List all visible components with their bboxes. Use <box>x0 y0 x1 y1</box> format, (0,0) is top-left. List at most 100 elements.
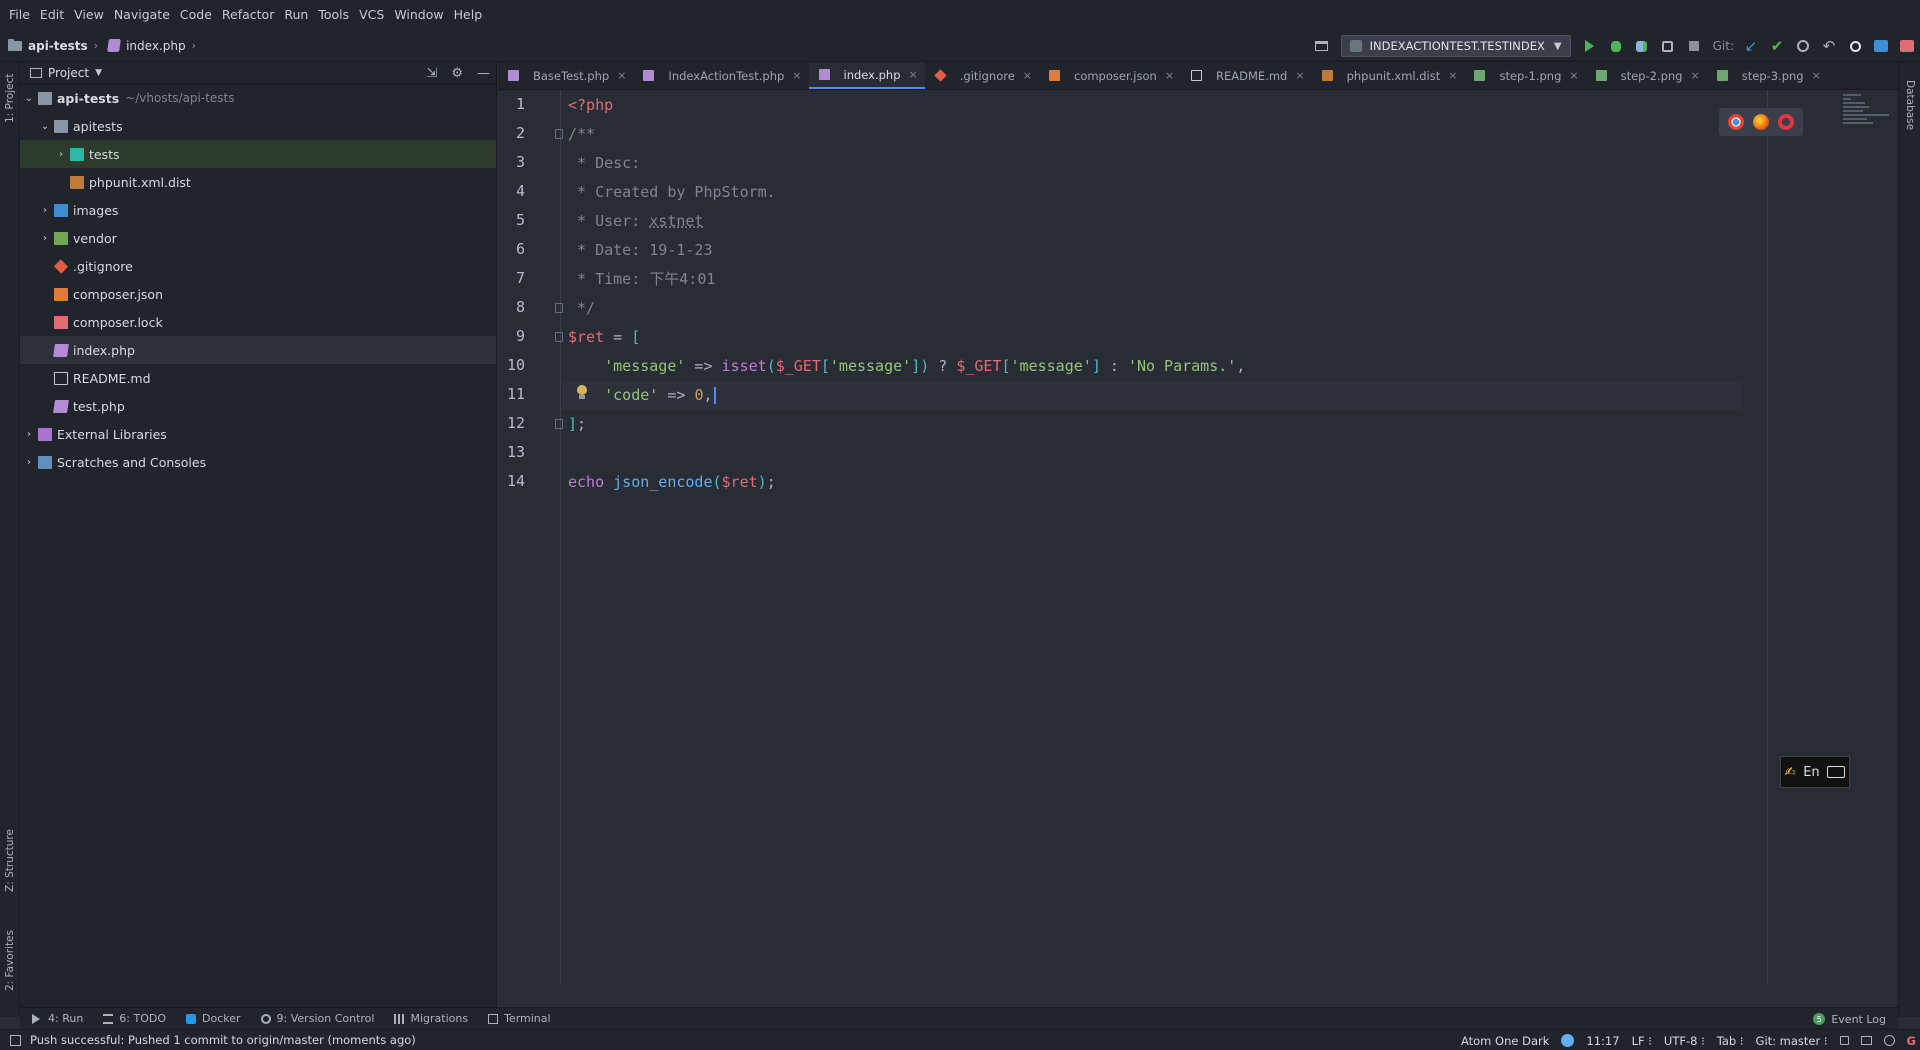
close-icon[interactable]: × <box>1023 69 1032 82</box>
tree-item[interactable]: › tests <box>20 140 496 168</box>
tree-item[interactable]: › vendor <box>20 224 496 252</box>
fold-marker-icon[interactable] <box>555 419 563 429</box>
menu-tools[interactable]: Tools <box>313 0 354 30</box>
debug-icon[interactable] <box>1603 33 1629 59</box>
favorites-tool-tab[interactable]: 2: Favorites <box>1 922 19 1000</box>
tool-window-button[interactable]: 6: TODO <box>103 1012 166 1025</box>
indent-setting[interactable]: Tab ⁝ <box>1717 1034 1744 1048</box>
lock-icon[interactable] <box>1839 1036 1849 1045</box>
coverage-icon[interactable] <box>1629 33 1655 59</box>
caret-position[interactable]: 11:17 <box>1586 1034 1619 1048</box>
tree-item[interactable]: index.php <box>20 336 496 364</box>
chevron-right-icon[interactable]: › <box>38 233 52 244</box>
close-icon[interactable]: × <box>792 69 801 82</box>
breadcrumb-project[interactable]: api-tests <box>28 39 88 53</box>
hector-icon[interactable] <box>1883 1035 1895 1046</box>
editor-tab[interactable]: IndexActionTest.php × <box>633 62 808 89</box>
toggle-tool-windows-icon[interactable] <box>10 1035 21 1046</box>
breadcrumb-file[interactable]: index.php <box>126 39 185 53</box>
tree-item[interactable]: test.php <box>20 392 496 420</box>
search-everywhere-icon[interactable] <box>1842 33 1868 59</box>
fold-marker-icon[interactable] <box>555 129 563 139</box>
close-icon[interactable]: × <box>617 69 626 82</box>
chevron-down-icon[interactable]: ⌄ <box>38 121 52 132</box>
editor-tab[interactable]: index.php × <box>808 62 925 89</box>
git-branch[interactable]: Git: master ⁝ <box>1756 1034 1828 1048</box>
translate-icon[interactable] <box>1868 33 1894 59</box>
editor-tab[interactable]: BaseTest.php × <box>498 62 633 89</box>
menu-vcs[interactable]: VCS <box>354 0 389 30</box>
editor-tab[interactable]: .gitignore × <box>925 62 1039 89</box>
menu-edit[interactable]: Edit <box>35 0 69 30</box>
firefox-icon[interactable] <box>1752 114 1769 130</box>
database-tool-tab[interactable]: Database <box>1901 70 1919 140</box>
tree-item[interactable]: › images <box>20 196 496 224</box>
opera-icon[interactable] <box>1778 114 1795 130</box>
file-encoding[interactable]: UTF-8 ⁝ <box>1664 1034 1705 1048</box>
plugin-icon[interactable] <box>1894 33 1920 59</box>
close-icon[interactable]: × <box>1165 69 1174 82</box>
intention-bulb-icon[interactable] <box>576 385 588 401</box>
menu-navigate[interactable]: Navigate <box>109 0 175 30</box>
chevron-down-icon[interactable]: ⌄ <box>22 93 36 104</box>
tree-item[interactable]: composer.json <box>20 280 496 308</box>
tree-item[interactable]: composer.lock <box>20 308 496 336</box>
line-separator[interactable]: LF ⁝ <box>1632 1034 1652 1048</box>
profile-icon[interactable] <box>1655 33 1681 59</box>
theme-icon[interactable] <box>1561 1034 1575 1047</box>
run-configuration-dropdown[interactable]: INDEXACTIONTEST.TESTINDEX ▼ <box>1340 35 1571 57</box>
chrome-icon[interactable] <box>1727 114 1744 130</box>
tree-item[interactable]: .gitignore <box>20 252 496 280</box>
editor-tab[interactable]: README.md × <box>1181 62 1312 89</box>
menu-file[interactable]: File <box>4 0 35 30</box>
tree-item[interactable]: › External Libraries <box>20 420 496 448</box>
chevron-right-icon[interactable]: › <box>54 149 68 160</box>
tool-window-button[interactable]: Migrations <box>394 1012 468 1025</box>
gear-icon[interactable]: ⚙ <box>451 66 463 81</box>
git-commit-icon[interactable]: ✔ <box>1764 33 1790 59</box>
close-icon[interactable]: × <box>1690 69 1699 82</box>
tree-item[interactable]: phpunit.xml.dist <box>20 168 496 196</box>
close-icon[interactable]: × <box>909 68 918 81</box>
event-log-button[interactable]: 5 Event Log <box>1813 1008 1886 1030</box>
close-icon[interactable]: × <box>1295 69 1304 82</box>
close-icon[interactable]: × <box>1812 69 1821 82</box>
project-view-selector[interactable]: Project <box>48 66 89 80</box>
code-minimap[interactable] <box>1843 94 1897 134</box>
menu-view[interactable]: View <box>69 0 109 30</box>
menu-refactor[interactable]: Refactor <box>217 0 279 30</box>
fold-marker-icon[interactable] <box>555 303 563 313</box>
close-icon[interactable]: × <box>1448 69 1457 82</box>
menu-help[interactable]: Help <box>449 0 488 30</box>
tree-item[interactable]: › Scratches and Consoles <box>20 448 496 476</box>
git-history-icon[interactable] <box>1790 33 1816 59</box>
git-update-icon[interactable]: ↙ <box>1738 33 1764 59</box>
menu-window[interactable]: Window <box>389 0 448 30</box>
menu-code[interactable]: Code <box>175 0 217 30</box>
menu-run[interactable]: Run <box>279 0 313 30</box>
minimize-icon[interactable]: — <box>477 66 490 81</box>
code-editor[interactable]: 1 2 3 4 5 6 7 8 9 10 11 12 13 14 <?php/** * Desc: * C… <box>498 90 1898 985</box>
structure-tool-tab[interactable]: Z: Structure <box>1 822 19 900</box>
close-icon[interactable]: × <box>1569 69 1578 82</box>
window-layout-icon[interactable] <box>1309 33 1335 59</box>
theme-name[interactable]: Atom One Dark <box>1461 1034 1549 1048</box>
tree-item[interactable]: ⌄ apitests <box>20 112 496 140</box>
tool-window-button[interactable]: Docker <box>186 1012 241 1025</box>
fold-marker-icon[interactable] <box>555 332 563 342</box>
chevron-right-icon[interactable]: › <box>22 457 36 468</box>
tree-item[interactable]: ⌄ api-tests ~/vhosts/api-tests <box>20 84 496 112</box>
git-revert-icon[interactable]: ↶ <box>1816 33 1842 59</box>
stop-icon[interactable] <box>1681 33 1707 59</box>
status-message[interactable]: Push successful: Pushed 1 commit to orig… <box>30 1033 416 1047</box>
editor-tab[interactable]: step-1.png × <box>1464 62 1585 89</box>
editor-tab[interactable]: step-2.png × <box>1586 62 1707 89</box>
tool-window-button[interactable]: 4: Run <box>32 1012 83 1025</box>
google-translate-icon[interactable]: G <box>1907 1034 1916 1048</box>
editor-tab[interactable]: step-3.png × <box>1707 62 1828 89</box>
tool-window-button[interactable]: 9: Version Control <box>260 1012 374 1025</box>
tool-window-button[interactable]: Terminal <box>488 1012 551 1025</box>
input-method-indicator[interactable]: ✍ En <box>1780 756 1850 788</box>
project-tool-tab[interactable]: 1: Project <box>1 68 19 128</box>
chevron-right-icon[interactable]: › <box>38 205 52 216</box>
